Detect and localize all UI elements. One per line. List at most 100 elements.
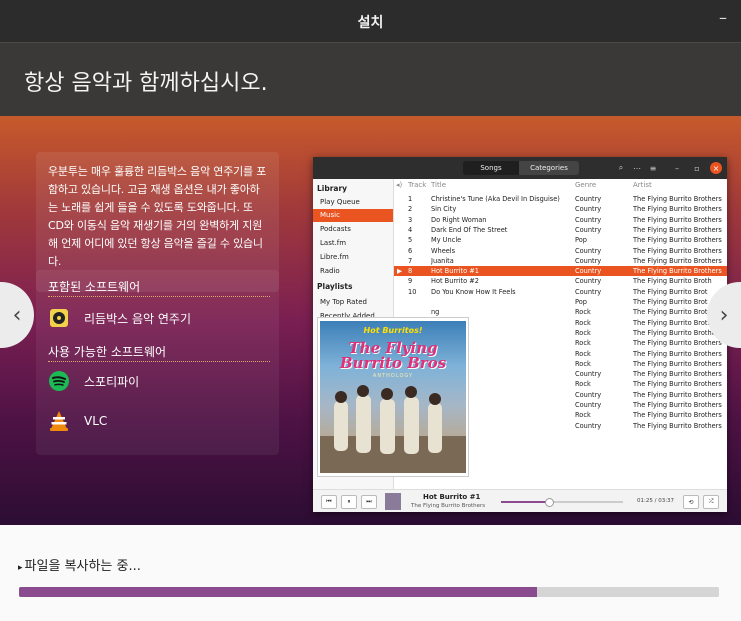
sidebar-item-lastfm: Last.fm [320, 239, 347, 247]
track-artist: The Flying Burrito Brothers [633, 401, 722, 409]
install-status-area: ▸ 파일을 복사하는 중... [0, 525, 741, 621]
expander-triangle-icon[interactable]: ▸ [18, 563, 23, 573]
track-artist: The Flying Burrito Broth [633, 277, 712, 286]
album-subtitle: ANTHOLOGY [372, 373, 414, 379]
track-genre: Country [575, 195, 602, 203]
album-cover: Hot Burritos! The Flying Burrito Bros AN… [320, 321, 466, 473]
tab-songs: Songs [463, 161, 519, 175]
track-genre: Country [575, 370, 602, 379]
page-title: 항상 음악과 함께하십시오. [24, 71, 268, 96]
repeat-icon: ⟲ [683, 495, 699, 509]
sidebar-item-librefm: Libre.fm [320, 253, 349, 261]
track-row: 6 Wheels Country The Flying Burrito Brother… [394, 246, 727, 256]
shuffle-icon: ⤮ [703, 495, 719, 509]
track-title: Do Right Woman [431, 215, 487, 224]
next-icon: ⏭ [361, 495, 377, 509]
software-item-vlc: VLC [48, 407, 107, 435]
track-title: Sin City [431, 205, 457, 214]
minimize-button[interactable]: – [719, 8, 727, 27]
pause-icon: ⏸ [341, 495, 357, 509]
track-genre: Country [575, 215, 602, 224]
track-title: ng [431, 308, 440, 317]
album-band: The Flying Burrito Bros [339, 339, 447, 372]
install-progress-bar [19, 587, 719, 597]
track-artist: The Flying Burrito Brothers [633, 370, 722, 379]
track-genre: Country [575, 225, 602, 234]
menu-icon: ≡ [649, 163, 657, 173]
sidebar-item-podcasts: Podcasts [320, 225, 351, 233]
track-genre: Pop [575, 236, 587, 245]
status-text: 파일을 복사하는 중... [24, 559, 141, 574]
install-progress-fill [19, 587, 537, 597]
track-row: 9 Hot Burrito #2 Country The Flying Burrito… [394, 276, 727, 286]
track-artist: The Flying Burrito Brothers [633, 256, 722, 265]
album-thumbnail [385, 493, 401, 510]
track-artist: The Flying Burrito Brothers [633, 390, 722, 399]
rhythmbox-headerbar: Songs Categories ⌕ ⋯ ≡ – ▫ × [313, 157, 727, 179]
track-artist: The Flying Burrito Brothers [633, 195, 722, 203]
track-title: Juanita [431, 256, 454, 265]
seek-bar [501, 498, 623, 507]
library-heading: Library [317, 184, 348, 193]
track-number: 3 [408, 215, 413, 224]
search-icon: ⌕ [618, 163, 624, 172]
track-genre: Country [575, 267, 602, 276]
track-artist: The Flying Burrito Brothers [633, 380, 722, 389]
track-genre: Pop [575, 298, 587, 306]
status-line[interactable]: ▸ 파일을 복사하는 중... [18, 555, 141, 574]
player-bar: ⏮ ⏸ ⏭ Hot Burrito #1 The Flying Burrito … [313, 489, 727, 512]
track-artist: The Flying Burrito Brothers [633, 205, 722, 214]
track-row: ng Rock The Flying Burrito Brothe [394, 307, 727, 317]
track-artist: The Flying Burrito Brothers [633, 215, 722, 224]
track-row: 5 My Uncle Pop The Flying Burrito Brothers [394, 235, 727, 245]
track-number: 7 [408, 256, 413, 265]
track-row: 2 Sin City Country The Flying Burrito Broth… [394, 204, 727, 214]
track-row: 10 Do You Know How It Feels Country The Fly… [394, 287, 727, 297]
track-genre: Country [575, 277, 602, 286]
software-item-spotify: 스포티파이 [48, 367, 139, 395]
software-label: 스포티파이 [84, 374, 140, 389]
album-art-popup: Hot Burritos! The Flying Burrito Bros AN… [318, 318, 468, 476]
vlc-icon [48, 410, 70, 432]
rhythmbox-icon [48, 307, 70, 329]
sidebar-item-top-rated: My Top Rated [320, 298, 367, 306]
track-genre: Country [575, 246, 602, 255]
track-title: Christine's Tune (Aka Devil In Disguise) [431, 195, 560, 203]
track-row: 3 Do Right Woman Country The Flying Burrito… [394, 215, 727, 225]
track-number: 1 [408, 195, 413, 203]
track-genre: Country [575, 401, 602, 409]
title-bar: 설치 – [0, 0, 741, 42]
track-artist: The Flying Burrito Brothers [633, 246, 722, 255]
track-genre: Rock [575, 328, 591, 337]
track-number: 8 [408, 267, 413, 276]
track-artist: The Flying Burrito Brothers [633, 339, 722, 348]
software-box: 포함된 소프트웨어 리듬박스 음악 연주기 사용 가능한 소프트웨어 스포티파이… [36, 270, 279, 455]
playback-time: 01:25 / 03:37 [637, 498, 675, 504]
track-genre: Rock [575, 349, 591, 358]
track-artist: The Flying Burrito Brothers [633, 225, 722, 234]
track-artist: The Flying Burrito Brothers [633, 236, 722, 245]
album-header: Hot Burritos! [363, 326, 423, 335]
seek-knob [544, 498, 554, 507]
track-genre: Country [575, 205, 602, 214]
previous-slide-button[interactable]: ‹ [0, 282, 34, 348]
track-row: Pop The Flying Burrito Brot [394, 297, 727, 307]
track-row: 7 Juanita Country The Flying Burrito Brothe… [394, 256, 727, 266]
track-genre: Rock [575, 411, 591, 420]
track-list-header: ◂) Track Title Genre Artist [394, 181, 727, 193]
track-genre: Rock [575, 359, 591, 368]
previous-icon: ⏮ [321, 495, 337, 509]
col-artist: Artist [633, 181, 652, 189]
now-playing-artist: The Flying Burrito Brothers [411, 503, 486, 509]
sidebar-item-play-queue: Play Queue [320, 198, 360, 206]
sidebar-item-radio: Radio [320, 267, 340, 275]
available-heading: 사용 가능한 소프트웨어 [48, 345, 167, 359]
close-icon: × [710, 162, 722, 174]
software-label: 리듬박스 음악 연주기 [84, 311, 191, 326]
track-genre: Rock [575, 339, 591, 348]
track-artist: The Flying Burrito Brothers [633, 267, 722, 276]
track-genre: Country [575, 287, 602, 296]
track-title: Wheels [431, 246, 456, 255]
tab-categories: Categories [519, 161, 579, 175]
divider [48, 296, 270, 297]
